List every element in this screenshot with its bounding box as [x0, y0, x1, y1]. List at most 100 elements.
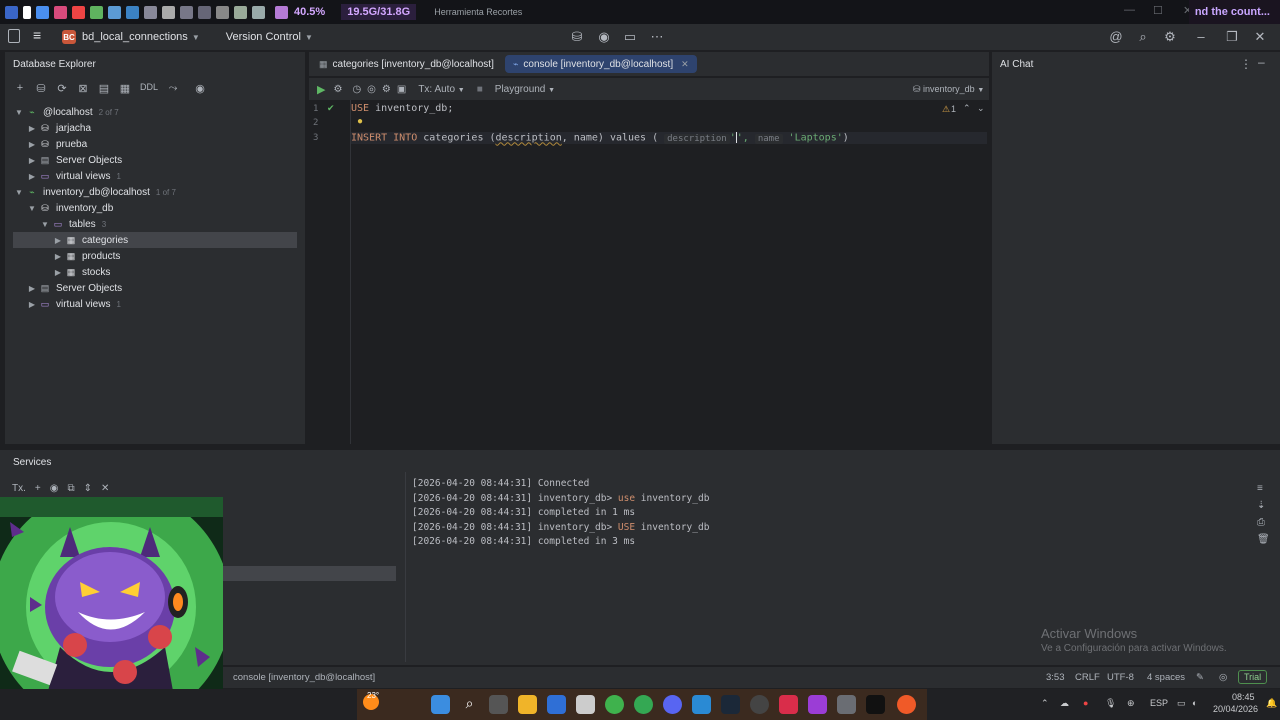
search-icon[interactable]: ⌕ — [460, 695, 479, 714]
view-options-icon[interactable]: ◉ — [193, 82, 207, 95]
main-menu-icon[interactable]: ≡ — [33, 27, 41, 43]
chevron-right-icon[interactable]: ▶ — [26, 300, 38, 309]
tree-item-inventory-db-localhost[interactable]: ▼ ⌁ inventory_db@localhost 1 of 7 — [13, 184, 297, 200]
lock-icon[interactable]: ✎ — [1196, 672, 1204, 683]
app-icon[interactable] — [837, 695, 856, 714]
app-icon[interactable] — [198, 5, 211, 19]
line-ending[interactable]: CRLF — [1075, 672, 1100, 683]
app-icon[interactable] — [234, 5, 247, 19]
task-view-icon[interactable] — [489, 695, 508, 714]
more-icon[interactable]: ⋯ — [648, 28, 666, 46]
chevron-up-icon[interactable]: ⌃ — [1041, 698, 1049, 709]
chrome-icon[interactable] — [605, 695, 624, 714]
notification-icon[interactable]: 🔔 — [1266, 698, 1277, 709]
history-icon[interactable]: ◷ — [352, 84, 361, 95]
app-icon[interactable] — [180, 5, 193, 19]
tree-item-virtual-views[interactable]: ▶ ▭ virtual views 1 — [13, 168, 297, 184]
refresh-icon[interactable]: ⟳ — [55, 82, 69, 95]
playground-selector[interactable]: Playground ▼ — [495, 84, 555, 95]
trial-badge[interactable]: Trial — [1238, 670, 1268, 684]
selected-service-row[interactable] — [222, 566, 396, 581]
clock-date[interactable]: 20/04/2026 — [1213, 704, 1258, 714]
app-icon[interactable] — [5, 5, 18, 19]
stop-icon[interactable]: ■ — [477, 84, 483, 95]
view-icon[interactable]: ◉ — [50, 483, 59, 494]
search-icon[interactable]: ⌕ — [1134, 28, 1152, 46]
chevron-right-icon[interactable]: ▶ — [26, 284, 38, 293]
settings-icon[interactable]: ⚙ — [1161, 28, 1179, 46]
settings-icon[interactable]: ⚙ — [382, 84, 391, 95]
cursor-position[interactable]: 3:53 — [1046, 672, 1065, 683]
steam-icon[interactable] — [721, 695, 740, 714]
assistant-icon[interactable]: ◎ — [1219, 672, 1227, 683]
cancel-icon[interactable]: ◎ — [367, 84, 376, 95]
collapse-icon[interactable]: ✕ — [101, 483, 109, 494]
tree-item-prueba[interactable]: ▶ ⛁ prueba — [13, 136, 297, 152]
app-icon[interactable] — [144, 5, 157, 19]
tx-mode-selector[interactable]: Tx: Auto ▼ — [418, 84, 464, 95]
chevron-up-icon[interactable]: ⌃ — [963, 103, 971, 114]
tree-item-categories[interactable]: ▶ ▦ categories — [13, 232, 297, 248]
indent[interactable]: 4 spaces — [1147, 672, 1185, 683]
chevron-down-icon[interactable]: ▼ — [26, 204, 38, 213]
tx-label[interactable]: Tx. — [12, 483, 26, 494]
console-path[interactable]: console [inventory_db@localhost] — [233, 672, 375, 683]
chevron-right-icon[interactable]: ▶ — [26, 172, 38, 181]
tree-item-server-objects[interactable]: ▶ ▤ Server Objects — [13, 280, 297, 296]
close-icon[interactable]: ✕ — [1251, 28, 1269, 46]
app-icon[interactable] — [162, 5, 175, 19]
chevron-right-icon[interactable]: ▶ — [52, 236, 64, 245]
chevron-down-icon[interactable]: ▼ — [39, 220, 51, 229]
start-button[interactable] — [431, 695, 450, 714]
data-source-icon[interactable]: ⛁ — [34, 82, 48, 95]
app-icon[interactable] — [54, 5, 67, 19]
chevron-right-icon[interactable]: ▶ — [52, 252, 64, 261]
tab-categories[interactable]: ▦ categories [inventory_db@localhost] — [311, 55, 502, 73]
add-icon[interactable]: + — [35, 483, 41, 494]
outlook-icon[interactable] — [547, 695, 566, 714]
chevron-down-icon[interactable]: ▼ — [13, 108, 25, 117]
intellij-icon[interactable] — [779, 695, 798, 714]
ai-assistant-icon[interactable]: @ — [1107, 28, 1125, 46]
language-indicator[interactable]: ESP — [1150, 698, 1168, 708]
terminal-icon[interactable] — [866, 695, 885, 714]
results-icon[interactable]: ▣ — [397, 84, 406, 95]
add-icon[interactable]: + — [13, 82, 27, 95]
app-icon[interactable] — [252, 5, 265, 19]
schema-selector[interactable]: ⛁ inventory_db ▼ — [913, 84, 984, 95]
file-explorer-icon[interactable] — [518, 695, 537, 714]
network-icon[interactable]: ▭ — [1177, 698, 1186, 709]
tab-console[interactable]: ⌁ console [inventory_db@localhost] ✕ — [505, 55, 697, 73]
clear-icon[interactable]: 🗑 — [1257, 534, 1270, 545]
chevron-down-icon[interactable]: ⌄ — [977, 103, 985, 114]
print-icon[interactable]: ⎙ — [1257, 517, 1265, 528]
tree-item-server-objects[interactable]: ▶ ▤ Server Objects — [13, 152, 297, 168]
table-view-icon[interactable]: ▦ — [118, 82, 132, 95]
store-icon[interactable] — [576, 695, 595, 714]
edge-icon[interactable] — [36, 5, 49, 19]
chevron-right-icon[interactable]: ▶ — [26, 156, 38, 165]
app-icon[interactable] — [72, 5, 85, 19]
tree-item-tables[interactable]: ▼ ▭ tables 3 — [13, 216, 297, 232]
chrome-icon[interactable] — [634, 695, 653, 714]
chevron-down-icon[interactable]: ▼ — [13, 188, 25, 197]
project-selector[interactable]: BC bd_local_connections ▼ — [0, 30, 200, 44]
disconnect-icon[interactable]: ⊠ — [76, 82, 90, 95]
chevron-right-icon[interactable]: ▶ — [26, 140, 38, 149]
lightbulb-icon[interactable]: ● — [357, 116, 363, 127]
expand-icon[interactable]: ⇕ — [84, 483, 92, 494]
location-icon[interactable]: ⊕ — [1127, 698, 1135, 709]
tree-item-products[interactable]: ▶ ▦ products — [13, 248, 297, 264]
tree-item-stocks[interactable]: ▶ ▦ stocks — [13, 264, 297, 280]
new-tab-icon[interactable]: ⧉ — [67, 483, 74, 494]
minimize-icon[interactable]: — — [1124, 4, 1135, 16]
scroll-end-icon[interactable]: ⇣ — [1257, 500, 1265, 511]
snipping-tool-icon[interactable] — [897, 695, 916, 714]
close-tab-icon[interactable]: ✕ — [681, 59, 689, 70]
jump-icon[interactable]: ⤳ — [166, 82, 180, 95]
tree-item-inventory-db[interactable]: ▼ ⛁ inventory_db — [13, 200, 297, 216]
minimize-panel-icon[interactable]: – — [1258, 55, 1265, 69]
services-icon[interactable]: ◉ — [595, 28, 613, 46]
tray-app-icon[interactable]: ☁ — [1060, 698, 1069, 709]
vscode-icon[interactable] — [692, 695, 711, 714]
